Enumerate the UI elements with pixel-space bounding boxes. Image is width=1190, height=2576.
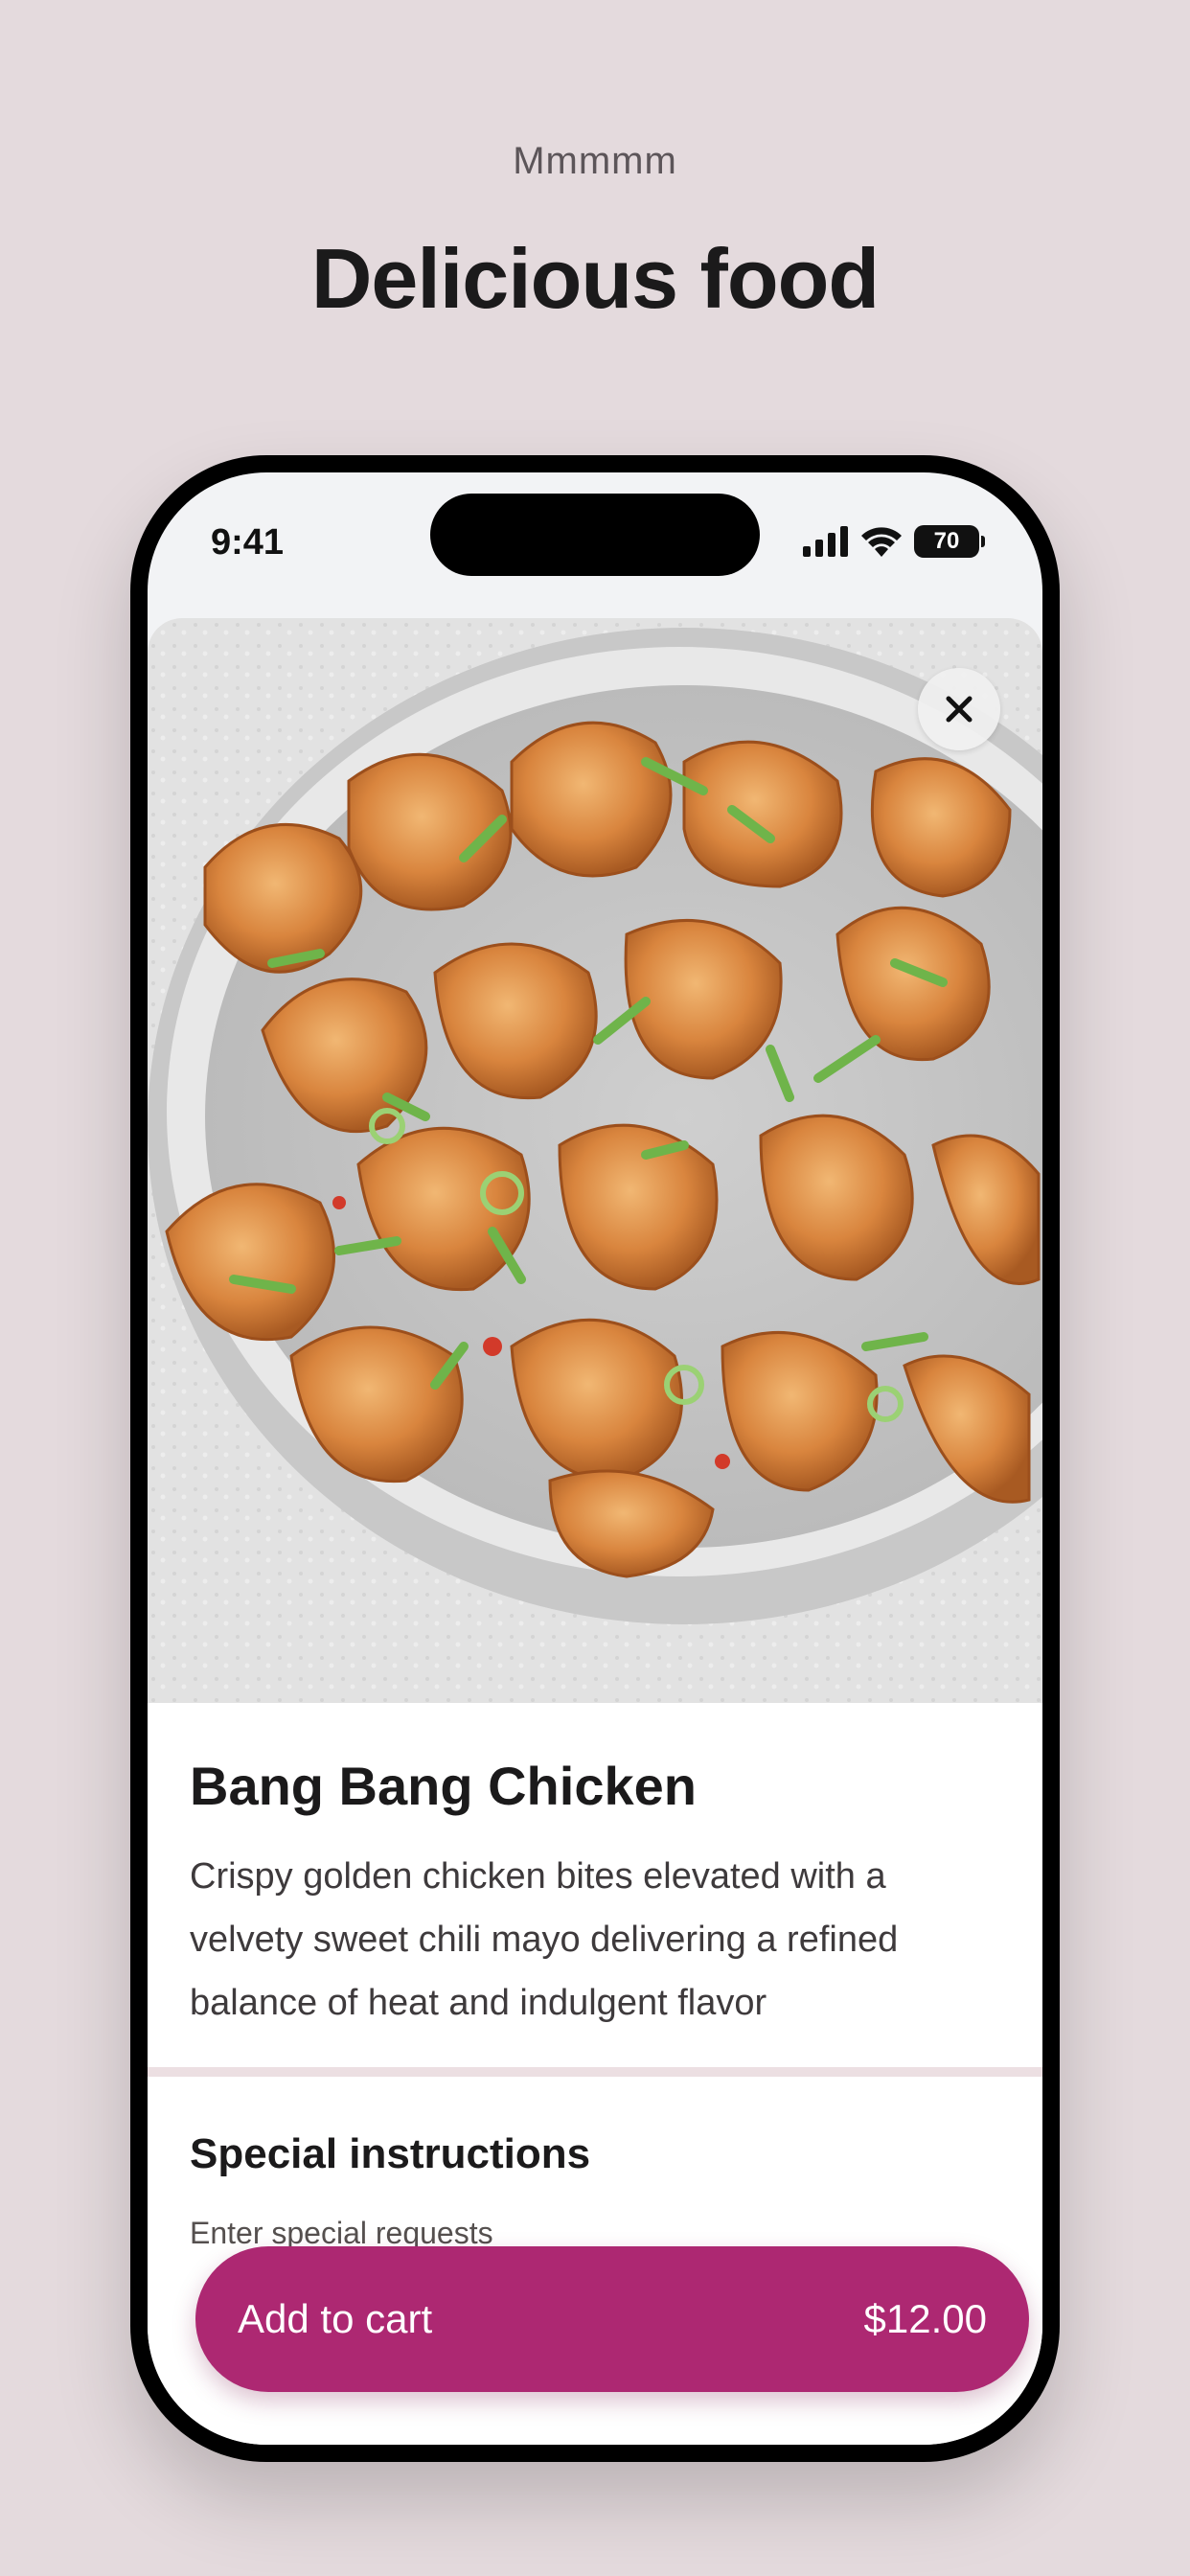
status-time: 9:41	[211, 522, 285, 563]
wifi-icon	[861, 527, 902, 557]
cart-price: $12.00	[863, 2296, 987, 2341]
special-instructions-heading: Special instructions	[190, 2130, 591, 2177]
item-detail-sheet: Bang Bang Chicken Crispy golden chicken …	[148, 618, 1042, 2445]
close-button[interactable]	[918, 668, 1000, 750]
food-image	[148, 618, 1042, 1703]
phone-screen: 9:41 70 Bang Bang Chicken Crispy golden …	[148, 472, 1042, 2445]
item-description: Crispy golden chicken bites elevated wit…	[190, 1856, 899, 2023]
section-divider	[148, 2067, 1042, 2077]
dynamic-island	[430, 494, 760, 576]
add-to-cart-button[interactable]: Add to cart $12.00	[195, 2246, 1029, 2392]
promo-headline: Delicious food	[310, 231, 880, 326]
item-title: Bang Bang Chicken	[190, 1756, 697, 1816]
status-bar: 9:41 70	[148, 472, 1042, 597]
home-indicator-area	[148, 2392, 1042, 2445]
cellular-signal-icon	[803, 526, 848, 557]
promo-eyebrow: Mmmmm	[513, 140, 677, 182]
battery-icon: 70	[914, 525, 985, 558]
add-to-cart-label: Add to cart	[238, 2296, 433, 2341]
status-icons: 70	[803, 524, 985, 559]
close-icon	[946, 696, 973, 723]
phone-frame: 9:41 70 Bang Bang Chicken Crispy golden …	[130, 455, 1060, 2462]
